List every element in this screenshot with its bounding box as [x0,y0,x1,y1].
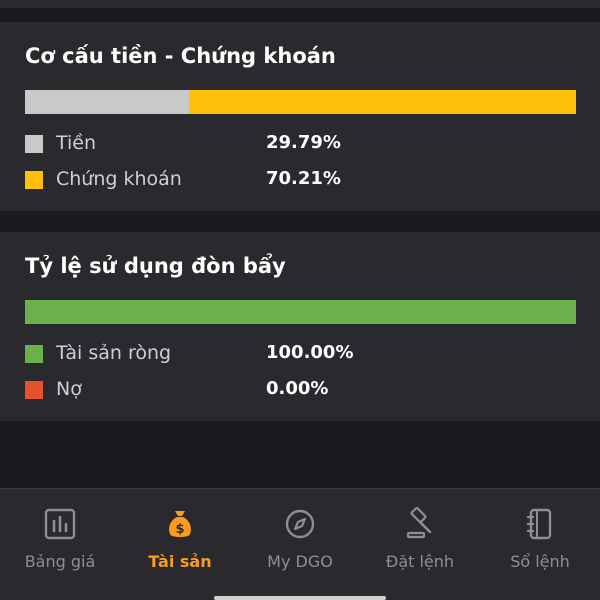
nav-item-bang-gia[interactable]: Bảng giá [0,507,120,577]
stock-swatch [25,171,43,189]
leverage-title: Tỷ lệ sử dụng đòn bẩy [25,254,286,278]
nav-item-so-lenh[interactable]: Sổ lệnh [480,507,600,577]
asset-screen: Cơ cấu tiền - Chứng khoán Tiền 29.79% Ch… [0,0,600,600]
nav-label: Bảng giá [24,552,96,571]
nav-label: Đặt lệnh [385,552,455,571]
legend-row-debt: Nợ 0.00% [25,378,585,404]
chart-icon [44,508,76,540]
cash-stock-bar [25,90,576,114]
cash-label: Tiền [56,132,97,154]
nav-item-tai-san[interactable]: $ Tài sản [120,507,240,577]
cash-value: 29.79% [266,132,341,153]
net-asset-swatch [25,345,43,363]
bottom-nav: Bảng giá $ Tài sản My DGO Đặt lệnh Sổ lệ… [0,488,600,600]
debt-value: 0.00% [266,378,329,399]
legend-row-cash: Tiền 29.79% [25,132,585,158]
leverage-card: Tỷ lệ sử dụng đòn bẩy Tài sản ròng 100.0… [0,232,600,421]
cash-stock-title: Cơ cấu tiền - Chứng khoán [25,44,336,68]
stock-value: 70.21% [266,168,341,189]
cash-stock-card: Cơ cấu tiền - Chứng khoán Tiền 29.79% Ch… [0,22,600,211]
leverage-bar [25,300,576,324]
stock-label: Chứng khoán [56,168,182,190]
net-asset-value: 100.00% [266,342,354,363]
nav-label: Sổ lệnh [510,552,570,571]
gavel-icon [406,507,432,539]
home-indicator [214,596,386,600]
debt-label: Nợ [56,378,82,400]
notebook-icon [526,508,552,540]
debt-swatch [25,381,43,399]
stock-segment [189,90,576,114]
money-bag-icon: $ [169,511,191,537]
net-asset-segment [25,300,576,324]
svg-text:$: $ [175,522,184,537]
legend-row-stock: Chứng khoán 70.21% [25,168,585,194]
nav-item-dat-lenh[interactable]: Đặt lệnh [360,507,480,577]
legend-row-net-asset: Tài sản ròng 100.00% [25,342,585,368]
previous-card-edge [0,0,600,8]
cash-segment [25,90,190,114]
net-asset-label: Tài sản ròng [56,342,172,364]
nav-item-my-dgo[interactable]: My DGO [240,507,360,577]
compass-icon [285,509,315,539]
nav-label: Tài sản [148,552,212,571]
nav-label: My DGO [267,552,333,571]
cash-swatch [25,135,43,153]
